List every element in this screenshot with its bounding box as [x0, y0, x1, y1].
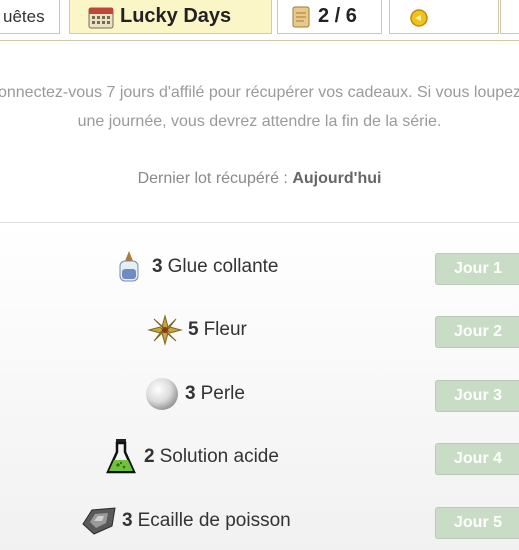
tab-progress[interactable]: 2 / 6 [277, 0, 382, 34]
reward-qty: 3 [185, 383, 196, 404]
reward-item: 3 Perle [143, 370, 245, 418]
tab-coin[interactable] [389, 0, 499, 34]
day-1-button[interactable]: Jour 1 [435, 253, 519, 285]
day-5-button[interactable]: Jour 5 [435, 507, 519, 539]
reward-row-5: 3 Ecaille de poisson Jour 5 [0, 497, 519, 545]
reward-row-4: 2 Solution acide Jour 4 [0, 433, 519, 481]
flask-icon [102, 438, 140, 476]
day-3-button[interactable]: Jour 3 [435, 380, 519, 412]
reward-item: 5 Fleur [146, 306, 247, 354]
tab-quetes[interactable]: uêtes [0, 0, 60, 34]
tab-quetes-label: uêtes [3, 6, 45, 26]
series-description: onnectez-vous 7 jours d'affilé pour récu… [0, 84, 519, 130]
coin-icon [408, 6, 430, 28]
tab-lucky-days-label: Lucky Days [120, 5, 232, 27]
tab-overflow[interactable] [500, 0, 519, 34]
last-claim-value: Aujourd'hui [292, 170, 382, 187]
reward-name: Solution acide [159, 446, 279, 467]
day-4-button[interactable]: Jour 4 [435, 443, 519, 475]
reward-row-2: 5 Fleur Jour 2 [0, 306, 519, 354]
reward-item: 3 Ecaille de poisson [80, 497, 291, 545]
reward-row-1: 3 Glue collante Jour 1 [0, 243, 519, 291]
scroll-icon [290, 5, 312, 29]
tab-bar: uêtes Lucky Days 2 / 6 [0, 0, 519, 41]
tab-lucky-days[interactable]: Lucky Days [69, 0, 272, 34]
reward-name: Glue collante [167, 256, 279, 277]
fish-scale-icon [80, 502, 118, 540]
last-claim: Dernier lot récupéré : Aujourd'hui [0, 170, 519, 188]
reward-qty: 3 [152, 256, 163, 277]
last-claim-label: Dernier lot récupéré : [137, 170, 288, 187]
reward-item: 3 Glue collante [110, 243, 278, 291]
glue-icon [110, 248, 148, 286]
pearl-icon [143, 375, 181, 413]
reward-qty: 3 [122, 510, 133, 531]
reward-row-3: 3 Perle Jour 3 [0, 370, 519, 418]
reward-qty: 2 [144, 446, 155, 467]
tab-progress-label: 2 / 6 [318, 5, 357, 27]
reward-qty: 5 [188, 319, 199, 340]
reward-name: Perle [200, 383, 245, 404]
reward-name: Fleur [203, 319, 247, 340]
calendar-icon [88, 5, 114, 29]
flower-icon [146, 311, 184, 349]
reward-item: 2 Solution acide [102, 433, 279, 481]
reward-name: Ecaille de poisson [137, 510, 291, 531]
day-2-button[interactable]: Jour 2 [435, 316, 519, 348]
